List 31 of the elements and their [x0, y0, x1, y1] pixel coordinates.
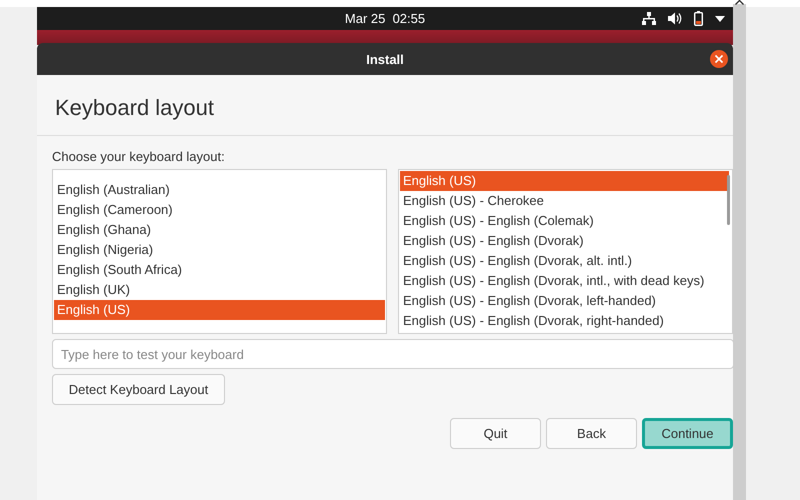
- layout-item[interactable]: English (Nigeria): [54, 240, 385, 260]
- close-icon[interactable]: [710, 50, 728, 68]
- clock[interactable]: Mar 25 02:55: [344, 11, 426, 26]
- variant-item[interactable]: English (US): [400, 171, 729, 191]
- detect-button[interactable]: Detect Keyboard Layout: [52, 374, 225, 405]
- layout-item[interactable]: English (Ghana): [54, 220, 385, 240]
- test-input-field[interactable]: Type here to test your keyboard: [52, 339, 734, 369]
- layout-item[interactable]: English (US): [54, 300, 385, 320]
- variant-item[interactable]: English (US) - English (Dvorak, intl., with dead keys): [400, 271, 729, 291]
- volume-icon[interactable]: [668, 12, 682, 25]
- battery-icon[interactable]: [694, 11, 703, 26]
- continue-button[interactable]: Continue: [642, 418, 733, 449]
- variant-item[interactable]: English (US) - English (Dvorak, right-handed): [400, 311, 729, 331]
- scroll-up-icon[interactable]: [735, 0, 744, 5]
- variant-item[interactable]: English (US) - Cherokee: [400, 191, 729, 211]
- variant-item[interactable]: English (US) - English (Colemak): [400, 211, 729, 231]
- variant-item[interactable]: English (US) - English (Dvorak, alt. intl.): [400, 251, 729, 271]
- dialog-button[interactable]: Quit: [450, 418, 541, 449]
- prompt-label: Choose your keyboard layout:: [52, 149, 226, 166]
- window-title: Install: [366, 52, 404, 66]
- layout-item[interactable]: English (South Africa): [54, 260, 385, 280]
- network-icon[interactable]: [642, 12, 656, 25]
- page-heading: Keyboard layout: [54, 94, 215, 122]
- variant-item[interactable]: English (US) - English (Dvorak, left-handed): [400, 291, 729, 311]
- layout-item[interactable]: English (Australian): [54, 180, 385, 200]
- caret-icon[interactable]: [715, 16, 725, 22]
- layout-item[interactable]: English (UK): [54, 280, 385, 300]
- variant-item[interactable]: English (US) - English (Dvorak): [400, 231, 729, 251]
- layout-item[interactable]: English (Cameroon): [54, 200, 385, 220]
- scrollbar-thumb[interactable]: [727, 175, 730, 225]
- dialog-button[interactable]: Back: [546, 418, 637, 449]
